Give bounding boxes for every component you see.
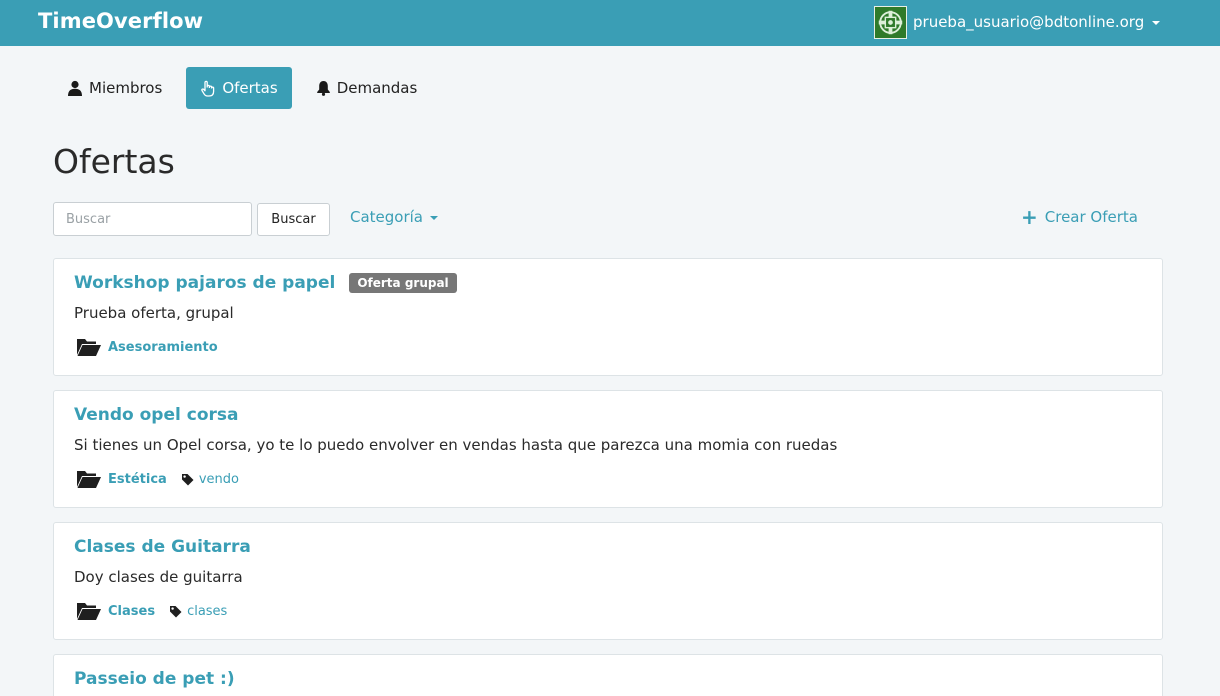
tag-icon <box>170 605 182 617</box>
folder-open-icon <box>77 339 101 356</box>
tab-ofertas[interactable]: Ofertas <box>186 67 292 109</box>
offer-card: Clases de Guitarra Doy clases de guitarr… <box>53 522 1163 640</box>
hand-pointer-icon <box>201 80 215 97</box>
plus-icon: + <box>1021 205 1038 229</box>
offer-tag-link[interactable]: vendo <box>199 472 239 487</box>
chevron-down-icon <box>1152 21 1161 25</box>
offer-description: Si tienes un Opel corsa, yo te lo puedo … <box>74 436 838 454</box>
offer-title[interactable]: Vendo opel corsa <box>74 405 238 425</box>
offer-card: Passeio de pet :) <box>53 654 1163 696</box>
offer-meta: Asesoramiento <box>76 337 218 357</box>
offer-title-row: Clases de Guitarra <box>74 537 251 557</box>
create-offer-label: Crear Oferta <box>1044 208 1138 226</box>
top-navbar: TimeOverflow prueba_usuario@bdtonline.or… <box>0 0 1220 46</box>
search-input[interactable] <box>53 202 252 236</box>
offer-title-row: Vendo opel corsa <box>74 405 238 425</box>
tag-icon <box>181 473 194 485</box>
offer-card: Workshop pajaros de papel Oferta grupal … <box>53 258 1163 376</box>
offer-category-link[interactable]: Asesoramiento <box>108 340 218 355</box>
offer-card: Vendo opel corsa Si tienes un Opel corsa… <box>53 390 1163 508</box>
offer-title[interactable]: Passeio de pet :) <box>74 669 235 689</box>
offer-title-row: Workshop pajaros de papel Oferta grupal <box>74 273 457 293</box>
offer-category-link[interactable]: Estética <box>108 472 167 487</box>
offer-title-row: Passeio de pet :) <box>74 669 235 689</box>
offer-description: Prueba oferta, grupal <box>74 304 234 322</box>
offer-tag: vendo <box>181 472 239 487</box>
group-offer-badge: Oferta grupal <box>349 273 457 293</box>
offer-title[interactable]: Workshop pajaros de papel <box>74 273 335 293</box>
tab-demandas[interactable]: Demandas <box>302 67 432 109</box>
organization-logo-icon <box>874 5 907 39</box>
create-offer-button[interactable]: + Crear Oferta <box>1021 205 1138 229</box>
section-tabs: Miembros Ofertas Demandas <box>53 67 441 109</box>
category-dropdown[interactable]: Categoría <box>350 208 439 226</box>
offer-meta: Clases clases <box>76 601 227 621</box>
user-icon <box>68 80 82 96</box>
offer-tag-link[interactable]: clases <box>187 604 227 619</box>
chevron-down-icon <box>430 216 439 220</box>
user-email: prueba_usuario@bdtonline.org <box>913 13 1145 31</box>
offer-category-link[interactable]: Clases <box>108 604 155 619</box>
page-title: Ofertas <box>53 142 175 181</box>
folder-open-icon <box>77 603 101 620</box>
tab-label: Demandas <box>336 79 418 97</box>
brand-logo[interactable]: TimeOverflow <box>38 9 203 33</box>
user-menu[interactable]: prueba_usuario@bdtonline.org <box>874 5 1161 39</box>
search-button[interactable]: Buscar <box>257 203 330 236</box>
category-dropdown-label: Categoría <box>350 208 424 226</box>
tab-label: Ofertas <box>222 79 278 97</box>
folder-open-icon <box>77 471 101 488</box>
offer-description: Doy clases de guitarra <box>74 568 243 586</box>
bell-icon <box>316 81 330 96</box>
tab-miembros[interactable]: Miembros <box>53 67 176 109</box>
offer-meta: Estética vendo <box>76 469 239 489</box>
offer-tag: clases <box>169 604 227 619</box>
offer-title[interactable]: Clases de Guitarra <box>74 537 251 557</box>
tab-label: Miembros <box>89 79 163 97</box>
